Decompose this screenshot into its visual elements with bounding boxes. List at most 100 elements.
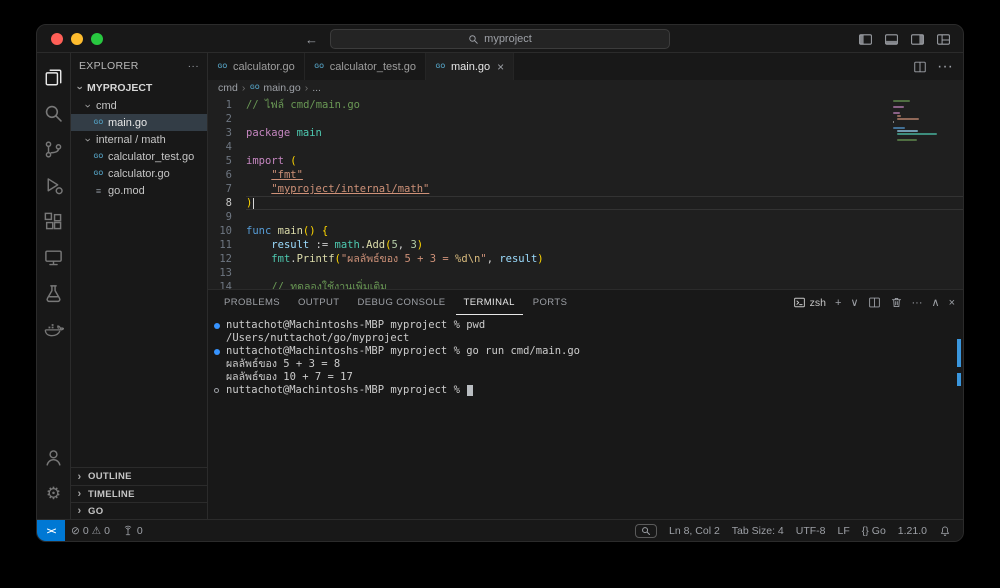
activity-remote-explorer[interactable] [37,239,71,275]
sidebar-section-go[interactable]: ›GO [71,502,207,519]
panel-tab-output[interactable]: OUTPUT [290,290,347,315]
maximize-panel-icon[interactable]: ∧ [932,296,940,309]
minimap-line [893,127,905,129]
activity-settings[interactable]: ⚙ [37,475,71,511]
minimap[interactable] [893,100,957,142]
tab-calculator.go[interactable]: GOcalculator.go [208,53,305,80]
activity-testing[interactable] [37,275,71,311]
sidebar-section-outline[interactable]: ›OUTLINE [71,468,207,485]
cursor-position[interactable]: Ln 8, Col 2 [663,520,726,541]
close-window-button[interactable] [51,33,63,45]
breadcrumb-label: main.go [263,82,300,94]
code-line: 14 // ทดลองใช้งานเพิ่มเติม [208,280,963,289]
panel-tab-terminal[interactable]: TERMINAL [456,290,523,315]
docker-whale-icon [43,319,64,340]
encoding[interactable]: UTF-8 [790,520,832,541]
minimap-line [897,118,920,120]
tab-calculator_test.go[interactable]: GOcalculator_test.go [305,53,426,80]
activity-run-debug[interactable] [37,167,71,203]
code-line: 11 result := math.Add(5, 3) [208,238,963,252]
tree-item[interactable]: ›cmd [71,97,207,114]
tab-main.go[interactable]: GOmain.go× [426,53,514,80]
code-text: "myproject/internal/math" [246,182,963,196]
minimap-line [893,112,900,114]
tree-item[interactable]: ≡go.mod [71,182,207,199]
encoding-label: UTF-8 [796,525,826,537]
more-actions-icon[interactable]: ··· [937,58,953,76]
terminal-text: /Users/nuttachot/go/myproject [226,332,409,345]
zoom-window-button[interactable] [91,33,103,45]
close-icon[interactable]: × [497,60,504,74]
file-label: main.go [108,117,147,129]
code-line: 6 "fmt" [208,168,963,182]
command-center-search[interactable]: myproject [330,29,670,49]
close-panel-icon[interactable]: × [949,297,955,309]
toggle-panel-icon[interactable] [884,32,899,47]
tab-actions: ··· [913,53,963,80]
line-number: 7 [208,182,246,196]
sidebar-section-timeline[interactable]: ›TIMELINE [71,485,207,502]
tree-item[interactable]: GOcalculator.go [71,165,207,182]
tab-label: calculator.go [233,61,295,73]
code-text: package main [246,126,963,140]
panel-tab-ports[interactable]: PORTS [525,290,576,315]
activity-bar: ⚙ [37,53,71,519]
breadcrumb-item[interactable]: GOmain.go [249,82,300,94]
terminal-text: nuttachot@Machintoshs-MBP myproject % go… [226,345,580,358]
chevron-down-icon[interactable]: ∨ [850,296,858,309]
minimize-window-button[interactable] [71,33,83,45]
activity-search[interactable] [37,95,71,131]
project-root-row[interactable]: › MYPROJECT [71,79,207,97]
breadcrumb-item[interactable]: ... [312,82,321,94]
gear-icon: ⚙ [46,485,61,502]
tree-item[interactable]: GOmain.go [71,114,207,131]
bell-icon [939,525,951,537]
zoom-indicator[interactable] [629,520,663,541]
code-editor[interactable]: 1// ไฟล์ cmd/main.go23package main45impo… [208,96,963,289]
terminal[interactable]: nuttachot@Machintoshs-MBP myproject % pw… [208,315,963,519]
code-text [246,266,963,280]
breadcrumb-item[interactable]: cmd [218,82,238,94]
remote-indicator[interactable]: >< [37,520,65,541]
activity-source-control[interactable] [37,131,71,167]
tree-item[interactable]: ›internal / math [71,131,207,148]
terminal-line: nuttachot@Machintoshs-MBP myproject % pw… [214,319,963,332]
activity-docker[interactable] [37,311,71,347]
scrollbar-thumb[interactable] [957,339,961,367]
back-icon[interactable]: ← [305,32,318,47]
file-tree: ›cmdGOmain.go›internal / mathGOcalculato… [71,97,207,467]
remote-explorer-icon [43,247,64,268]
scrollbar-mark [957,373,961,386]
indentation[interactable]: Tab Size: 4 [726,520,790,541]
activity-account[interactable] [37,439,71,475]
more-actions-icon[interactable]: ··· [912,297,923,309]
warning-icon: ⚠ [92,525,101,537]
more-actions-icon[interactable]: ··· [188,60,199,72]
traffic-lights [51,33,103,45]
tab-label: main.go [451,61,490,73]
workbench: ⚙ EXPLORER ··· › MYPROJECT ›cmdGOmain.go… [37,53,963,519]
shell-label: zsh [810,297,826,309]
trash-icon[interactable] [890,296,903,309]
activity-extensions[interactable] [37,203,71,239]
tree-item[interactable]: GOcalculator_test.go [71,148,207,165]
ports-indicator[interactable]: 0 [116,520,149,541]
panel-tab-problems[interactable]: PROBLEMS [216,290,288,315]
panel-tab-debug-console[interactable]: DEBUG CONSOLE [349,290,453,315]
toggle-sidebar-right-icon[interactable] [910,32,925,47]
terminal-scrollbar[interactable] [957,337,961,537]
shell-selector[interactable]: zsh [793,296,826,309]
eol-selector[interactable]: LF [832,520,856,541]
status-right: Ln 8, Col 2 Tab Size: 4 UTF-8 LF {} Go 1… [629,520,963,541]
customize-layout-icon[interactable] [936,32,951,47]
line-number: 8 [208,196,246,210]
new-terminal-icon[interactable]: + [835,297,841,309]
toggle-sidebar-left-icon[interactable] [858,32,873,47]
language-mode[interactable]: {} Go [856,520,892,541]
go-version[interactable]: 1.21.0 [892,520,933,541]
split-terminal-icon[interactable] [868,296,881,309]
notifications[interactable] [933,520,957,541]
activity-explorer[interactable] [37,59,71,95]
split-editor-icon[interactable] [913,60,927,74]
problems-indicator[interactable]: ⊘ 0 ⚠ 0 [65,520,116,541]
